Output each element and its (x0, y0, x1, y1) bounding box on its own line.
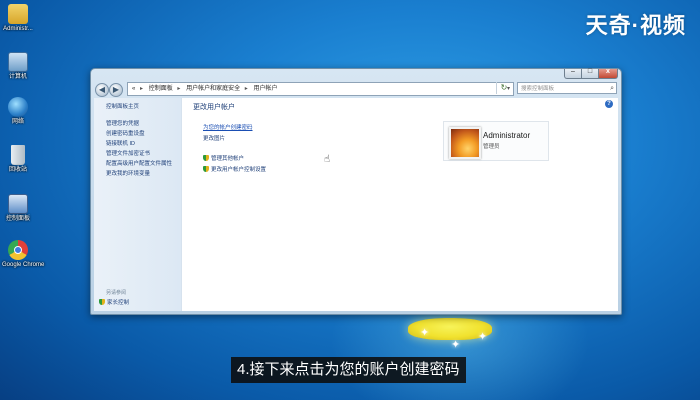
folder-icon (8, 4, 28, 24)
sidebar-item-encryption-certificates[interactable]: 管理文件加密证书 (106, 149, 172, 159)
computer-icon (8, 52, 28, 72)
refresh-button[interactable]: ↻ (496, 82, 511, 94)
maximize-icon: □ (587, 68, 593, 75)
manage-other-accounts-link[interactable]: 管理其他帐户 (203, 154, 244, 162)
sidebar-item-link-online-id[interactable]: 链接联机 ID (106, 139, 172, 149)
desktop-icon-administrator[interactable]: Administr... (2, 4, 34, 33)
desktop-icon-recycle-bin[interactable]: 回收站 (2, 145, 34, 174)
recycle-bin-icon (11, 145, 25, 165)
parental-controls-link[interactable]: 家长控制 (99, 298, 129, 306)
address-bar[interactable]: « ▸ 控制面板 ▸ 用户帐户和家庭安全 ▸ 用户帐户 ▾ (127, 82, 514, 96)
breadcrumb-separator-icon: ▸ (140, 86, 144, 92)
breadcrumb-user-accounts-family[interactable]: 用户帐户和家庭安全 (186, 83, 240, 95)
sparkle-icon: ✦ (478, 331, 488, 343)
desktop-icon-network[interactable]: 网络 (2, 97, 34, 126)
forward-button[interactable]: ▶ (109, 83, 123, 97)
sidebar-item-manage-credentials[interactable]: 管理您的凭据 (106, 119, 172, 129)
back-button[interactable]: ◀ (95, 83, 109, 97)
uac-settings-label: 更改用户帐户控制设置 (211, 167, 267, 173)
help-icon[interactable]: ? (605, 100, 613, 108)
chrome-icon (8, 240, 28, 260)
sparkle-icon: ✦ (451, 339, 461, 351)
desktop-icon-computer[interactable]: 计算机 (2, 52, 34, 81)
parental-controls-label: 家长控制 (107, 300, 130, 306)
account-name: Administrator (483, 131, 531, 140)
search-icon: ⌕ (610, 85, 614, 92)
close-icon: x (606, 68, 610, 75)
account-role: 管理员 (483, 144, 500, 150)
control-panel-window: – □ x ◀ ▶ « ▸ 控制面板 ▸ 用户帐户和家庭安全 ▸ 用户帐户 ▾ … (90, 68, 622, 315)
sparkle-icon: ✦ (420, 327, 430, 339)
search-placeholder: 搜索控制面板 (521, 86, 555, 92)
uac-settings-link[interactable]: 更改用户帐户控制设置 (203, 165, 266, 173)
create-password-link[interactable]: 为您的帐户创建密码 (203, 123, 253, 131)
hand-cursor-icon: ☝ (324, 154, 331, 165)
main-panel: 更改用户帐户 为您的帐户创建密码 更改图片 管理其他帐户 更改用户帐户控制设置 … (193, 102, 549, 173)
network-icon (8, 97, 28, 117)
desktop-icon-control-panel[interactable]: 控制面板 (2, 194, 34, 223)
close-button[interactable]: x (598, 68, 618, 79)
forward-arrow-icon: ▶ (112, 85, 120, 94)
account-card: Administrator 管理员 (443, 121, 549, 161)
breadcrumb-user-accounts[interactable]: 用户帐户 (253, 83, 277, 95)
shield-icon (203, 155, 209, 161)
breadcrumb-overflow[interactable]: « (132, 83, 135, 95)
desktop-icon-chrome[interactable]: Google Chrome (2, 240, 44, 269)
breadcrumb-separator-icon: ▸ (177, 86, 181, 92)
sidebar-item-profile-properties[interactable]: 配置高级用户配置文件属性 (106, 159, 172, 169)
sidebar: 控制面板主页 管理您的凭据 创建密码重设盘 链接联机 ID 管理文件加密证书 配… (94, 98, 182, 311)
back-arrow-icon: ◀ (98, 85, 106, 94)
control-panel-icon (8, 194, 28, 214)
manage-other-accounts-label: 管理其他帐户 (211, 156, 245, 162)
minimize-button[interactable]: – (564, 68, 582, 79)
video-subtitle: 4.接下来点击为您的账户创建密码 (231, 357, 466, 383)
title-bar[interactable]: – □ x (91, 68, 621, 79)
search-input[interactable]: 搜索控制面板 ⌕ (517, 82, 617, 94)
breadcrumb-separator-icon: ▸ (244, 86, 248, 92)
avatar (449, 127, 481, 159)
refresh-icon: ↻ (500, 83, 508, 92)
breadcrumb-control-panel[interactable]: 控制面板 (149, 83, 173, 95)
sidebar-item-environment-variables[interactable]: 更改我的环境变量 (106, 169, 172, 179)
window-content: ? 控制面板主页 管理您的凭据 创建密码重设盘 链接联机 ID 管理文件加密证书… (94, 98, 618, 311)
brand-watermark: 天奇·视频 (585, 13, 686, 38)
maximize-button[interactable]: □ (581, 68, 599, 79)
minimize-icon: – (571, 68, 575, 75)
sidebar-item-create-reset-disk[interactable]: 创建密码重设盘 (106, 129, 172, 139)
shield-icon (99, 299, 105, 305)
sidebar-home-link[interactable]: 控制面板主页 (106, 102, 139, 110)
sidebar-links: 管理您的凭据 创建密码重设盘 链接联机 ID 管理文件加密证书 配置高级用户配置… (106, 119, 172, 179)
shield-icon (203, 166, 209, 172)
navigation-bar: ◀ ▶ « ▸ 控制面板 ▸ 用户帐户和家庭安全 ▸ 用户帐户 ▾ ↻ 搜索控制… (95, 82, 617, 97)
change-picture-link[interactable]: 更改图片 (203, 134, 225, 142)
see-also-heading: 另请参阅 (106, 290, 127, 296)
page-title: 更改用户帐户 (193, 104, 235, 111)
